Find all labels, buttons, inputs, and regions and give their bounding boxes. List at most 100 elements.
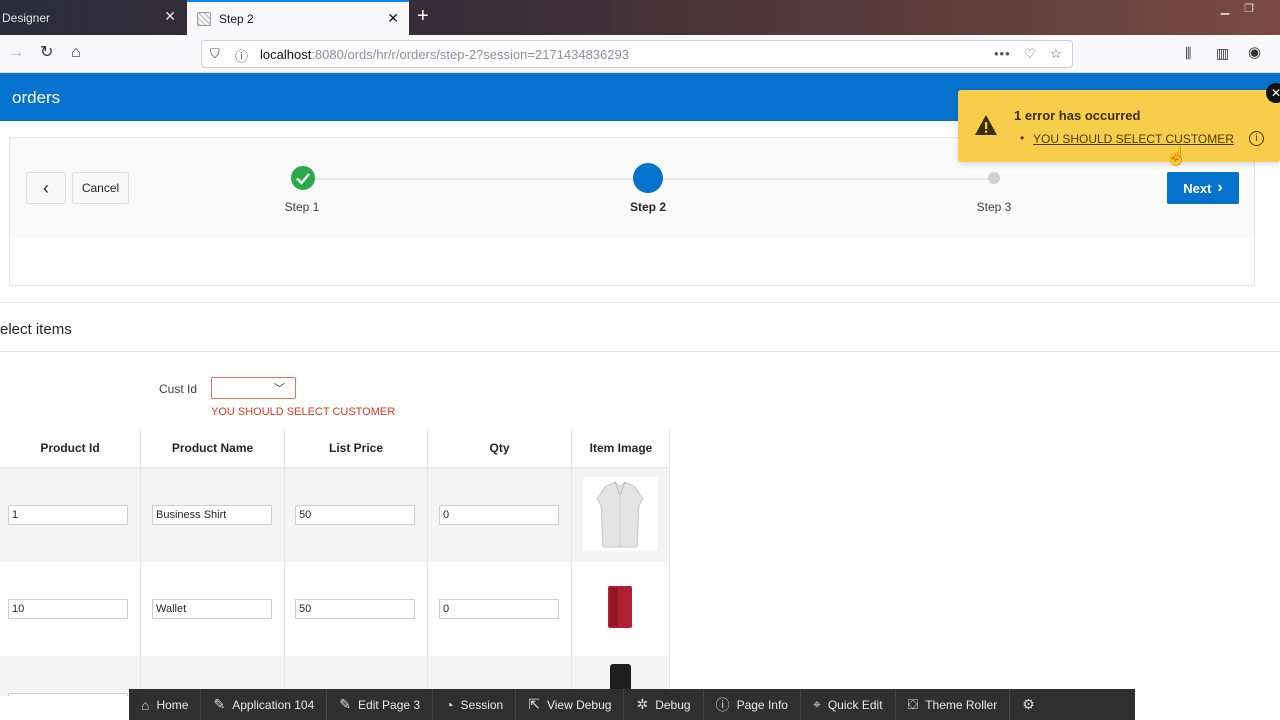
close-icon[interactable]: ✕ bbox=[1266, 83, 1280, 103]
reload-icon[interactable]: ↻ bbox=[40, 44, 53, 62]
account-icon[interactable]: ◉ bbox=[1248, 44, 1261, 62]
column-header-list-price[interactable]: List Price bbox=[285, 428, 428, 468]
bug-icon: ✲ bbox=[636, 696, 649, 712]
chevron-right-icon: › bbox=[1217, 179, 1223, 196]
list-price-input[interactable] bbox=[295, 599, 415, 619]
column-divider bbox=[571, 468, 572, 696]
table-row bbox=[0, 562, 669, 656]
home-icon[interactable]: ⌂ bbox=[71, 44, 81, 62]
region-title: elect items bbox=[0, 321, 72, 338]
info-icon: ⓘ bbox=[715, 696, 730, 713]
tab-label: Step 2 bbox=[219, 11, 254, 26]
url-host: localhost bbox=[260, 47, 312, 62]
devbar-page-info[interactable]: ⓘ Page Info bbox=[704, 689, 801, 720]
browser-tab-designer[interactable]: Designer ✕ bbox=[0, 0, 186, 35]
devbar-label: Application 104 bbox=[232, 697, 315, 712]
url-text[interactable]: localhost:8080/ords/hr/r/orders/step-2?s… bbox=[260, 47, 629, 62]
warning-icon bbox=[974, 114, 998, 141]
back-button[interactable]: ‹ bbox=[26, 172, 66, 204]
step-pending-marker bbox=[988, 172, 1000, 184]
product-id-input[interactable] bbox=[8, 505, 128, 525]
devbar-label: View Debug bbox=[546, 697, 612, 712]
column-header-qty[interactable]: Qty bbox=[428, 428, 572, 468]
error-title: 1 error has occurred bbox=[1014, 108, 1141, 123]
next-label: Next bbox=[1183, 180, 1212, 196]
product-id-input[interactable] bbox=[8, 599, 128, 619]
tab-label: Designer bbox=[2, 10, 51, 25]
hand-cursor-icon: ☝ bbox=[1165, 146, 1188, 166]
step-1-label: Step 1 bbox=[284, 200, 320, 214]
list-price-input[interactable] bbox=[295, 505, 415, 525]
step-current-marker bbox=[633, 163, 663, 193]
product-name-input[interactable] bbox=[152, 599, 272, 619]
new-tab-icon[interactable]: + bbox=[417, 5, 429, 27]
devbar-theme-roller[interactable]: ⛋ Theme Roller bbox=[896, 689, 1011, 720]
edit-icon: ✎ bbox=[339, 696, 352, 712]
close-icon[interactable]: ✕ bbox=[387, 11, 399, 25]
close-icon[interactable]: ✕ bbox=[164, 9, 176, 23]
home-icon: ⌂ bbox=[141, 696, 150, 713]
cancel-button[interactable]: Cancel bbox=[72, 172, 129, 204]
devbar-view-debug[interactable]: ⇱ View Debug bbox=[516, 689, 625, 720]
error-message-link[interactable]: YOU SHOULD SELECT CUSTOMER bbox=[1033, 132, 1234, 146]
shirt-image bbox=[583, 477, 658, 551]
app-title[interactable]: orders bbox=[12, 88, 60, 108]
devbar-label: Page Info bbox=[736, 697, 788, 712]
url-path: :8080/ords/hr/r/orders/step-2?session=21… bbox=[311, 47, 629, 62]
product-name-input[interactable] bbox=[152, 505, 272, 525]
column-divider bbox=[284, 468, 285, 696]
minimize-icon[interactable]: ▁ bbox=[1216, 2, 1234, 16]
url-bar[interactable]: ⛉ ⓘ localhost:8080/ords/hr/r/orders/step… bbox=[201, 40, 1073, 68]
devbar-settings[interactable]: ⚙ bbox=[1010, 689, 1047, 720]
cust-id-error: YOU SHOULD SELECT CUSTOMER bbox=[211, 406, 396, 418]
shield-icon[interactable]: ⛉ bbox=[210, 46, 220, 62]
table-row bbox=[0, 468, 669, 562]
restore-icon[interactable]: ❐ bbox=[1240, 2, 1258, 16]
error-notification: 1 error has occurred • YOU SHOULD SELECT… bbox=[958, 90, 1280, 162]
column-divider bbox=[427, 468, 428, 696]
chevron-left-icon: ‹ bbox=[43, 177, 49, 198]
forward-icon[interactable]: → bbox=[8, 44, 24, 62]
chevron-down-icon: ﹀ bbox=[274, 383, 285, 395]
column-header-product-name[interactable]: Product Name bbox=[141, 428, 285, 468]
items-grid: Product Id Product Name List Price Qty I… bbox=[0, 428, 670, 696]
cust-id-select[interactable]: ﹀ bbox=[211, 377, 296, 399]
column-header-item-image[interactable]: Item Image bbox=[572, 428, 669, 468]
cust-id-label: Cust Id bbox=[159, 382, 198, 396]
devbar-debug[interactable]: ✲ Debug bbox=[624, 689, 704, 720]
bookmark-star-icon[interactable]: ☆ bbox=[1050, 46, 1062, 62]
browser-nav-bar: → ↻ ⌂ ⛉ ⓘ localhost:8080/ords/hr/r/order… bbox=[0, 35, 1280, 73]
devbar-application[interactable]: ✎ Application 104 bbox=[201, 689, 328, 720]
library-icon[interactable]: ⫼ bbox=[1185, 44, 1191, 62]
more-actions-icon[interactable]: ••• bbox=[994, 46, 1011, 61]
pocket-icon[interactable]: ♡ bbox=[1024, 46, 1036, 62]
info-icon[interactable]: i bbox=[1249, 131, 1264, 146]
site-info-icon[interactable]: ⓘ bbox=[235, 46, 248, 65]
region-divider bbox=[0, 302, 1280, 303]
qty-input[interactable] bbox=[439, 505, 559, 525]
column-header-product-id[interactable]: Product Id bbox=[0, 428, 141, 468]
qty-input[interactable] bbox=[439, 599, 559, 619]
devbar-label: Home bbox=[156, 697, 189, 712]
step-complete-icon bbox=[291, 166, 315, 190]
product-id-input[interactable] bbox=[8, 693, 128, 696]
bullet-icon: • bbox=[1020, 131, 1025, 145]
sidebar-icon[interactable]: ▥ bbox=[1216, 44, 1229, 62]
devbar-label: Debug bbox=[655, 697, 691, 712]
devbar-session[interactable]: ◔ Session bbox=[433, 689, 517, 720]
next-button[interactable]: Next › bbox=[1167, 172, 1239, 204]
devbar-quick-edit[interactable]: ⌖ Quick Edit bbox=[801, 689, 896, 720]
devbar-edit-page[interactable]: ✎ Edit Page 3 bbox=[327, 689, 434, 720]
column-divider bbox=[140, 468, 141, 696]
devbar-label: Theme Roller bbox=[925, 697, 998, 712]
developer-toolbar: ⌂ Home ✎ Application 104 ✎ Edit Page 3 ◔ Ses… bbox=[129, 689, 1135, 720]
region-divider bbox=[0, 351, 1280, 352]
session-icon: ◔ bbox=[445, 696, 454, 713]
devbar-label: Quick Edit bbox=[827, 697, 883, 712]
step-3-label: Step 3 bbox=[976, 200, 1012, 214]
external-link-icon: ⇱ bbox=[528, 696, 540, 712]
browser-tab-step-2[interactable]: Step 2 ✕ bbox=[187, 0, 409, 35]
devbar-label: Edit Page 3 bbox=[358, 697, 421, 712]
devbar-label: Session bbox=[460, 697, 504, 712]
devbar-home[interactable]: ⌂ Home bbox=[129, 689, 202, 720]
